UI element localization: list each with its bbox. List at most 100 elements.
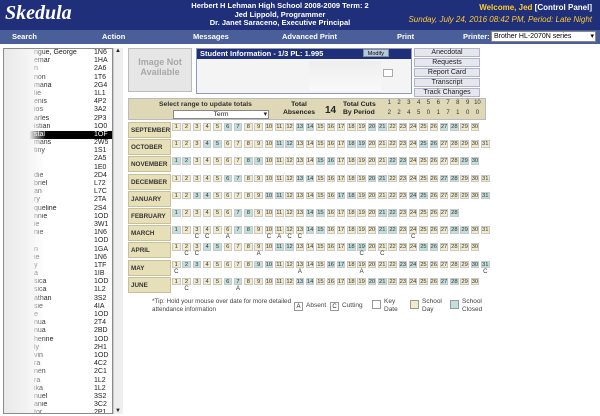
day-cell[interactable]: 11	[275, 209, 284, 217]
modify-button[interactable]: Modify	[362, 49, 389, 57]
track-changes-link[interactable]: Track Changes	[414, 88, 480, 97]
day-cell[interactable]: 29	[460, 277, 469, 286]
day-cell[interactable]: 16	[326, 174, 335, 183]
day-cell[interactable]: 13	[295, 174, 305, 183]
day-cell[interactable]: 14	[305, 157, 315, 165]
day-cell[interactable]: 25	[419, 123, 428, 131]
day-cell[interactable]: 21	[378, 226, 387, 234]
day-cell[interactable]: 20	[367, 243, 377, 251]
day-cell[interactable]: 14	[305, 123, 315, 131]
day-cell[interactable]: 17	[336, 260, 346, 269]
day-cell[interactable]: 8	[244, 191, 253, 200]
day-cell[interactable]: 6	[223, 260, 232, 269]
day-cell[interactable]: 7	[233, 243, 243, 251]
day-cell[interactable]: 19	[357, 226, 366, 234]
day-cell[interactable]: 18	[347, 243, 356, 251]
day-cell[interactable]: 19	[357, 123, 366, 131]
day-cell[interactable]: 28	[450, 226, 459, 234]
day-cell[interactable]: 23	[398, 191, 408, 200]
day-cell[interactable]: 5	[213, 260, 222, 269]
day-cell[interactable]: 7	[233, 140, 243, 148]
day-cell[interactable]: 21	[378, 260, 387, 269]
day-cell[interactable]: 10	[264, 277, 274, 286]
day-cell[interactable]: 19	[357, 260, 366, 269]
day-cell[interactable]: 30	[470, 277, 480, 286]
day-cell[interactable]: 5	[213, 191, 222, 200]
day-cell[interactable]: 6	[223, 209, 232, 217]
day-cell[interactable]: 1	[172, 260, 181, 269]
day-cell[interactable]: 22	[388, 226, 397, 234]
day-cell[interactable]: 24	[408, 191, 418, 200]
day-cell[interactable]: 1	[172, 140, 181, 148]
day-cell[interactable]: 27	[439, 174, 449, 183]
day-cell[interactable]: 5	[213, 140, 222, 148]
day-cell[interactable]: 11	[275, 191, 284, 200]
day-cell[interactable]: 21	[378, 174, 387, 183]
day-cell[interactable]: 12	[285, 174, 294, 183]
day-cell[interactable]: 16	[326, 243, 335, 251]
day-cell[interactable]: 23	[398, 260, 408, 269]
day-cell[interactable]: 12	[285, 140, 294, 148]
day-cell[interactable]: 31	[481, 226, 490, 234]
day-cell[interactable]: 13	[295, 243, 305, 251]
day-cell[interactable]: 7	[233, 277, 243, 286]
day-cell[interactable]: 24	[408, 260, 418, 269]
day-cell[interactable]: 16	[326, 209, 335, 217]
day-cell[interactable]: 18	[347, 226, 356, 234]
day-cell[interactable]: 16	[326, 260, 335, 269]
day-cell[interactable]: 27	[439, 157, 449, 165]
day-cell[interactable]: 3	[192, 191, 202, 200]
requests-link[interactable]: Requests	[414, 58, 480, 67]
day-cell[interactable]: 13	[295, 157, 305, 165]
day-cell[interactable]: 25	[419, 191, 428, 200]
day-cell[interactable]: 27	[439, 123, 449, 131]
day-cell[interactable]: 7	[233, 157, 243, 165]
day-cell[interactable]: 30	[470, 174, 480, 183]
day-cell[interactable]: 6	[223, 226, 232, 234]
day-cell[interactable]: 27	[439, 277, 449, 286]
day-cell[interactable]: 19	[357, 174, 366, 183]
day-cell[interactable]: 4	[202, 191, 212, 200]
day-cell[interactable]: 13	[295, 209, 305, 217]
day-cell[interactable]: 14	[305, 260, 315, 269]
day-cell[interactable]: 10	[264, 174, 274, 183]
day-cell[interactable]: 4	[202, 260, 212, 269]
day-cell[interactable]: 13	[295, 277, 305, 286]
day-cell[interactable]: 4	[202, 209, 212, 217]
day-cell[interactable]: 3	[192, 140, 202, 148]
day-cell[interactable]: 18	[347, 191, 356, 200]
day-cell[interactable]: 2	[182, 191, 191, 200]
day-cell[interactable]: 6	[223, 191, 232, 200]
day-cell[interactable]: 20	[367, 191, 377, 200]
transcript-link[interactable]: Transcript	[414, 78, 480, 87]
day-cell[interactable]: 28	[450, 174, 459, 183]
day-cell[interactable]: 18	[347, 157, 356, 165]
day-cell[interactable]: 17	[336, 140, 346, 148]
day-cell[interactable]: 28	[450, 123, 459, 131]
day-cell[interactable]: 3	[192, 260, 202, 269]
day-cell[interactable]: 1	[172, 243, 181, 251]
day-cell[interactable]: 29	[460, 157, 469, 165]
day-cell[interactable]: 15	[316, 226, 325, 234]
day-cell[interactable]: 18	[347, 140, 356, 148]
day-cell[interactable]: 16	[326, 123, 335, 131]
day-cell[interactable]: 9	[254, 226, 263, 234]
day-cell[interactable]: 25	[419, 157, 428, 165]
day-cell[interactable]: 27	[439, 226, 449, 234]
app-logo[interactable]: Skedula	[5, 2, 72, 25]
day-cell[interactable]: 3	[192, 157, 202, 165]
day-cell[interactable]: 24	[408, 243, 418, 251]
day-cell[interactable]: 30	[470, 157, 480, 165]
day-cell[interactable]: 15	[316, 123, 325, 131]
day-cell[interactable]: 17	[336, 226, 346, 234]
day-cell[interactable]: 23	[398, 174, 408, 183]
day-cell[interactable]: 23	[398, 157, 408, 165]
day-cell[interactable]: 17	[336, 209, 346, 217]
day-cell[interactable]: 4	[202, 243, 212, 251]
term-select[interactable]: Term ▾	[173, 110, 269, 119]
day-cell[interactable]: 19	[357, 157, 366, 165]
day-cell[interactable]: 26	[429, 157, 438, 165]
day-cell[interactable]: 3	[192, 226, 202, 234]
day-cell[interactable]: 31	[481, 140, 490, 148]
day-cell[interactable]: 23	[398, 123, 408, 131]
